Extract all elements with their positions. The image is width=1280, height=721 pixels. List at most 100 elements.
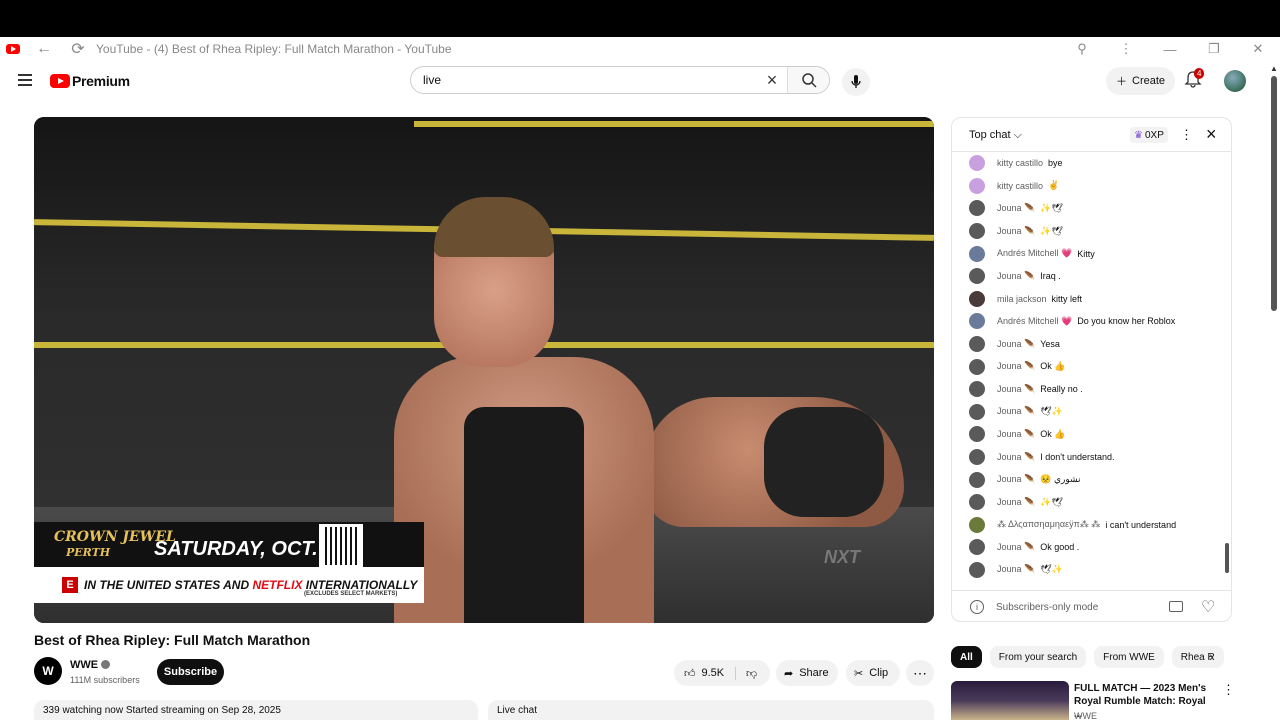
chat-author-name[interactable]: Jouna 🪶 [997, 271, 1035, 282]
clear-search-icon[interactable]: × [757, 70, 787, 91]
xp-badge[interactable]: ♛ 0XP [1130, 127, 1168, 143]
chat-author-name[interactable]: Jouna 🪶 [997, 406, 1035, 417]
chat-author-name[interactable]: Andrés Mitchell 💗 [997, 248, 1072, 259]
chat-author-avatar[interactable] [969, 313, 985, 330]
subscribe-button[interactable]: Subscribe [157, 659, 224, 685]
clip-label: Clip [869, 667, 889, 679]
clip-button[interactable]: ✂ Clip [846, 660, 900, 686]
chat-author-name[interactable]: kitty castillo [997, 181, 1043, 191]
chat-author-avatar[interactable] [969, 381, 985, 398]
chip-from-wwe[interactable]: From WWE [1094, 646, 1164, 668]
chat-author-name[interactable]: kitty castillo [997, 158, 1043, 168]
chat-author-name[interactable]: ⁂ Δλςαπσηαμηαεÿπ⁂ ⁂ [997, 519, 1100, 530]
chat-author-name[interactable]: Jouna 🪶 [997, 203, 1035, 214]
minimize-icon[interactable]: — [1148, 42, 1192, 57]
chat-author-name[interactable]: Jouna 🪶 [997, 542, 1035, 553]
close-icon[interactable]: ✕ [1236, 41, 1280, 57]
chat-author-avatar[interactable] [969, 223, 985, 240]
chat-author-name[interactable]: Jouna 🪶 [997, 564, 1035, 575]
chat-author-name[interactable]: Jouna 🪶 [997, 452, 1035, 463]
live-chat-label: Live chat [497, 705, 538, 716]
chat-author-avatar[interactable] [969, 426, 985, 443]
chat-scrollbar[interactable] [1225, 162, 1230, 582]
top-chat-dropdown[interactable]: Top chat ⌵ [969, 129, 1022, 142]
chip-from-search[interactable]: From your search [989, 646, 1087, 668]
chat-message: Jouna 🪶 Really no . [952, 378, 1224, 401]
chat-author-avatar[interactable] [969, 336, 985, 353]
chat-author-name[interactable]: Jouna 🪶 [997, 497, 1035, 508]
heart-icon[interactable]: ♡ [1201, 597, 1215, 617]
chat-message: Jouna 🪶 🕊✨ [952, 401, 1224, 424]
chat-author-avatar[interactable] [969, 449, 985, 466]
restore-icon[interactable]: ❐ [1192, 41, 1236, 57]
more-actions-button[interactable]: ⋯ [906, 660, 934, 686]
info-icon[interactable]: i [970, 600, 984, 614]
chat-author-name[interactable]: Jouna 🪶 [997, 429, 1035, 440]
ad-bar-text: IN THE UNITED STATES AND NETFLIX INTERNA… [84, 578, 418, 592]
scroll-up-icon[interactable]: ▲ [1270, 64, 1278, 73]
chat-author-avatar[interactable] [969, 245, 985, 262]
super-chat-icon[interactable] [1169, 601, 1183, 612]
page-scrollbar[interactable]: ▲ [1268, 62, 1280, 720]
chevron-right-icon[interactable]: › [1209, 648, 1214, 664]
chat-more-icon[interactable]: ⋮ [1180, 127, 1193, 143]
chat-message-text: Iraq . [1040, 271, 1061, 282]
chat-author-name[interactable]: Andrés Mitchell 💗 [997, 316, 1072, 327]
chat-author-name[interactable]: Jouna 🪶 [997, 226, 1035, 237]
search-box[interactable]: live × [410, 66, 830, 94]
search-button[interactable] [787, 67, 829, 93]
chat-author-avatar[interactable] [969, 155, 985, 172]
share-button[interactable]: ➦ Share [776, 660, 838, 686]
create-button[interactable]: ＋ Create [1106, 67, 1176, 95]
notifications-button[interactable]: 4 [1184, 68, 1205, 90]
chat-author-name[interactable]: mila jackson [997, 294, 1047, 304]
chat-author-name[interactable]: Jouna 🪶 [997, 474, 1035, 485]
chat-close-icon[interactable]: × [1206, 124, 1217, 145]
video-player[interactable]: NXT CROWN JEWEL PERTH SATURDAY, OCT. 11 … [34, 117, 934, 623]
reload-icon[interactable]: ⟳ [68, 39, 88, 59]
chat-author-avatar[interactable] [969, 268, 985, 285]
chat-author-avatar[interactable] [969, 403, 985, 420]
ad-bar-subtext: (EXCLUDES SELECT MARKETS) [304, 591, 398, 597]
dislike-button[interactable]: 👎︎ [736, 667, 757, 680]
chat-message-text: Kitty [1077, 248, 1095, 259]
chat-author-name[interactable]: Jouna 🪶 [997, 384, 1035, 395]
search-input[interactable]: live [411, 73, 757, 87]
chat-author-avatar[interactable] [969, 471, 985, 488]
more-vert-icon[interactable]: ⋮ [1104, 41, 1148, 57]
thumbs-up-icon: 👍︎ [684, 667, 696, 680]
recommended-more-icon[interactable]: ⋮ [1222, 682, 1235, 698]
recommended-video-thumbnail[interactable] [951, 681, 1069, 720]
chat-author-avatar[interactable] [969, 177, 985, 194]
chat-message-text: ✨🕊 [1040, 202, 1063, 213]
thumbs-down-icon: 👎︎ [746, 667, 758, 680]
youtube-logo[interactable]: Premium [50, 73, 130, 89]
menu-icon[interactable] [18, 74, 32, 86]
notification-badge: 4 [1194, 68, 1205, 79]
chip-rhea[interactable]: Rhea R [1171, 646, 1224, 668]
channel-name[interactable]: WWE [70, 659, 111, 671]
description-box[interactable]: 339 watching now Started streaming on Se… [34, 700, 478, 720]
chat-author-avatar[interactable] [969, 539, 985, 556]
chip-all[interactable]: All [951, 646, 982, 668]
zoom-icon[interactable]: ⚲ [1060, 41, 1104, 57]
voice-search-button[interactable] [842, 68, 870, 96]
share-arrow-icon: ➦ [784, 667, 794, 680]
back-arrow-icon[interactable]: ← [34, 40, 54, 58]
chat-message-list: kitty castillo bye kitty castillo ✌ Jouna 🪶 ✨… [952, 152, 1224, 581]
chat-author-name[interactable]: Jouna 🪶 [997, 339, 1035, 350]
chat-author-name[interactable]: Jouna 🪶 [997, 361, 1035, 372]
live-chat-toggle[interactable]: Live chat [488, 700, 934, 720]
chat-author-avatar[interactable] [969, 561, 985, 578]
chat-message-text: i can't understand [1105, 519, 1177, 530]
chat-author-avatar[interactable] [969, 516, 985, 533]
channel-avatar[interactable]: W [34, 657, 62, 685]
verified-icon [101, 660, 111, 669]
like-button[interactable]: 👍︎ 9.5K [674, 666, 736, 680]
chat-author-avatar[interactable] [969, 358, 985, 375]
account-avatar[interactable] [1224, 70, 1246, 92]
crown-icon: ♛ [1134, 129, 1143, 141]
chat-author-avatar[interactable] [969, 200, 985, 217]
chat-author-avatar[interactable] [969, 494, 985, 511]
chat-author-avatar[interactable] [969, 290, 985, 307]
